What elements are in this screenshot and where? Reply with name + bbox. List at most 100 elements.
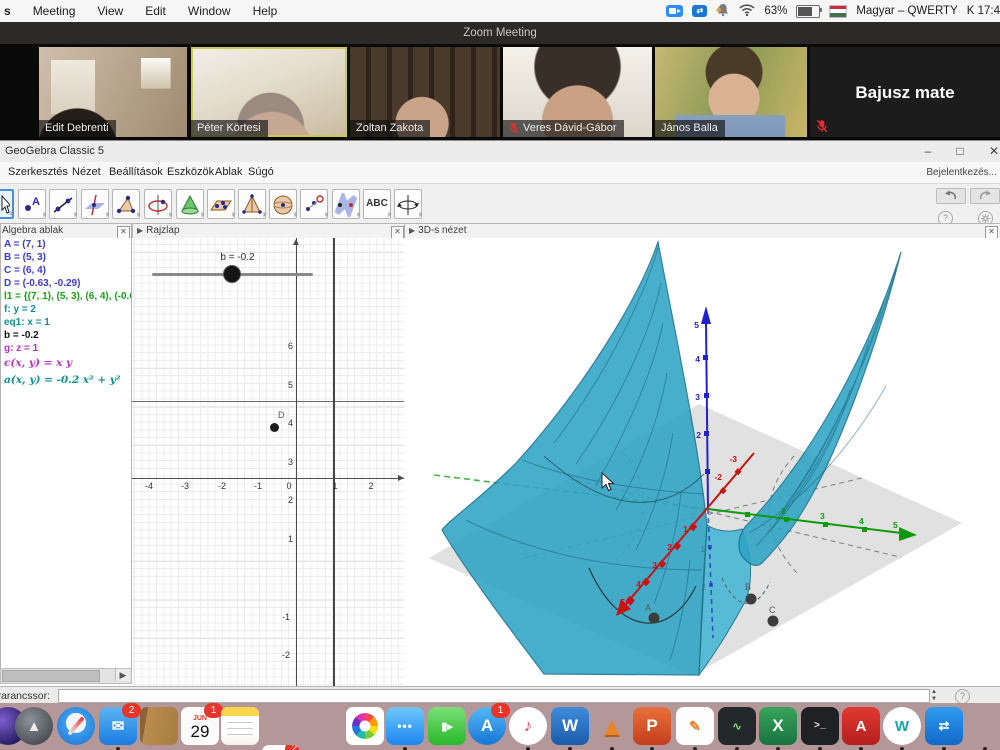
expander-arrow-icon[interactable]: ▶: [137, 226, 143, 235]
activity-monitor-dock-icon[interactable]: ∿: [718, 707, 756, 745]
notes-dock-icon[interactable]: [221, 707, 259, 745]
geogebra-titlebar[interactable]: GeoGebra Classic 5 – □ ✕: [0, 141, 1000, 162]
point-c-3d[interactable]: [768, 616, 779, 627]
menu-edit[interactable]: Edit: [145, 4, 166, 18]
menu-help[interactable]: Help: [253, 4, 278, 18]
teamviewer-tray-icon[interactable]: ⇄: [692, 5, 707, 17]
music-dock-icon[interactable]: ♪: [509, 707, 547, 745]
mail-dock-icon[interactable]: ✉2: [99, 707, 137, 745]
point-b-3d[interactable]: [746, 594, 757, 605]
keyboard-layout[interactable]: Magyar – QWERTY: [856, 5, 957, 17]
app-menu-remnant[interactable]: s: [4, 4, 11, 18]
annotate-dock-icon[interactable]: ✎: [676, 707, 714, 745]
undo-button[interactable]: [936, 188, 966, 204]
pyramid-tool-button[interactable]: [238, 189, 266, 219]
input-spinner[interactable]: ▲▼: [931, 689, 937, 703]
maximize-button[interactable]: □: [948, 143, 972, 159]
webex-dock-icon[interactable]: W: [883, 707, 921, 745]
zoom-window-titlebar[interactable]: Zoom Meeting: [0, 22, 1000, 44]
slider-b-knob[interactable]: [224, 266, 240, 282]
excel-dock-icon[interactable]: X: [759, 707, 797, 745]
algebra-hscrollbar[interactable]: ▶: [0, 668, 132, 684]
scroll-right-arrow-icon[interactable]: ▶: [115, 669, 130, 681]
algebra-item[interactable]: D = (-0.63, -0.29): [1, 277, 131, 290]
plane-through-points-tool-button[interactable]: [207, 189, 235, 219]
acrobat-dock-icon[interactable]: A: [842, 707, 880, 745]
algebra-item[interactable]: l1 = {(7, 1), (5, 3), (6, 4), (-0.63, -0…: [1, 290, 131, 303]
participant-tile[interactable]: Veres Dávid-Gábor: [503, 47, 652, 137]
polygon-tool-button[interactable]: [112, 189, 140, 219]
facetime-dock-icon[interactable]: ▮▸: [428, 707, 466, 745]
participant-tile[interactable]: Zoltan Zakota: [350, 47, 500, 137]
vlc-dock-icon[interactable]: ▲: [593, 707, 631, 745]
expander-arrow-icon[interactable]: ▶: [409, 226, 415, 235]
zoom-tray-icon[interactable]: [666, 5, 683, 17]
surface-left-wing[interactable]: [442, 242, 707, 675]
menubar-clock[interactable]: K 17:4: [967, 5, 1000, 17]
algebra-item[interactable]: C = (6, 4): [1, 264, 131, 277]
plane-tool-button[interactable]: [332, 189, 360, 219]
notification-bell-icon[interactable]: [716, 3, 730, 20]
dilate-tool-button[interactable]: [300, 189, 328, 219]
menu-beallitasok[interactable]: Beállítások: [109, 166, 163, 178]
algebra-item[interactable]: g: z = 1: [1, 342, 131, 355]
menu-sugo[interactable]: Súgó: [248, 166, 274, 178]
messages-dock-icon[interactable]: •••: [386, 707, 424, 745]
powerpoint-dock-icon[interactable]: P: [633, 707, 671, 745]
sphere-tool-button[interactable]: [269, 189, 297, 219]
minimize-button[interactable]: –: [916, 143, 940, 159]
graphics-view-2d[interactable]: -4 -3 -2 -1 0 1 2 6 5 4 3 2 1 -1 -2 -3 -…: [132, 238, 405, 686]
word-dock-icon[interactable]: W: [551, 707, 589, 745]
reminders-dock-icon[interactable]: 2: [262, 745, 300, 750]
photos-dock-icon[interactable]: [346, 707, 384, 745]
y-axis-arrow: [293, 239, 299, 245]
terminal-dock-icon[interactable]: >_: [801, 707, 839, 745]
calendar-dock-icon[interactable]: JUN 29 1: [181, 707, 219, 745]
hungarian-flag-icon[interactable]: [829, 5, 847, 18]
safari-dock-icon[interactable]: [57, 707, 95, 745]
teamviewer-dock-icon[interactable]: ⇄: [925, 707, 963, 745]
point-a-3d[interactable]: [649, 613, 660, 624]
menu-ablak[interactable]: Ablak: [215, 166, 243, 178]
algebra-item[interactable]: a(x, y) = -0.2 x² + y²: [1, 372, 131, 389]
cone-tool-button[interactable]: [176, 189, 204, 219]
signin-link[interactable]: Bejelentkezés...: [926, 167, 997, 178]
participant-tile[interactable]: Edit Debrenti: [39, 47, 187, 137]
move-tool-button[interactable]: [0, 189, 14, 219]
point-tool-button[interactable]: A: [18, 189, 46, 219]
algebra-item[interactable]: A = (7, 1): [1, 238, 131, 251]
graphics-view-3d[interactable]: 2 3 4 5 1 2: [404, 238, 1000, 686]
line-eq1-x1[interactable]: [333, 238, 335, 686]
algebra-item[interactable]: f: y = 2: [1, 303, 131, 316]
redo-button[interactable]: [970, 188, 1000, 204]
menu-meeting[interactable]: Meeting: [33, 4, 76, 18]
algebra-item[interactable]: eq1: x = 1: [1, 316, 131, 329]
participant-tile[interactable]: János Balla: [655, 47, 807, 137]
close-button[interactable]: ✕: [982, 143, 1000, 159]
menu-szerkesztes[interactable]: Szerkesztés: [8, 166, 68, 178]
command-input[interactable]: [58, 689, 930, 703]
point-d[interactable]: [270, 423, 279, 432]
perpendicular-line-tool-button[interactable]: [81, 189, 109, 219]
menu-view[interactable]: View: [97, 4, 123, 18]
scrollbar-thumb[interactable]: [2, 670, 100, 682]
menu-nezet[interactable]: Nézet: [72, 166, 101, 178]
line-tool-button[interactable]: [49, 189, 77, 219]
algebra-item[interactable]: B = (5, 3): [1, 251, 131, 264]
input-help-icon[interactable]: ?: [955, 689, 970, 704]
text-tool-button[interactable]: ABC: [363, 189, 391, 219]
wifi-icon[interactable]: [739, 4, 755, 19]
circle-axis-tool-button[interactable]: [144, 189, 172, 219]
participant-tile-video-off[interactable]: Bajusz mate: [810, 47, 1000, 137]
menu-window[interactable]: Window: [188, 4, 231, 18]
menu-eszkozok[interactable]: Eszközök: [167, 166, 214, 178]
participant-tile-active-speaker[interactable]: Péter Körtesi: [191, 47, 347, 137]
appstore-dock-icon[interactable]: A1: [468, 707, 506, 745]
contacts-dock-icon[interactable]: [140, 707, 178, 745]
algebra-item[interactable]: c(x, y) = x y: [1, 355, 131, 372]
line-f-y2[interactable]: [132, 401, 404, 402]
rotate-view-tool-button[interactable]: [394, 189, 422, 219]
algebra-view[interactable]: A = (7, 1) B = (5, 3) C = (6, 4) D = (-0…: [0, 238, 132, 668]
launchpad-dock-icon[interactable]: ▲: [15, 707, 53, 745]
algebra-item[interactable]: b = -0.2: [1, 329, 131, 342]
